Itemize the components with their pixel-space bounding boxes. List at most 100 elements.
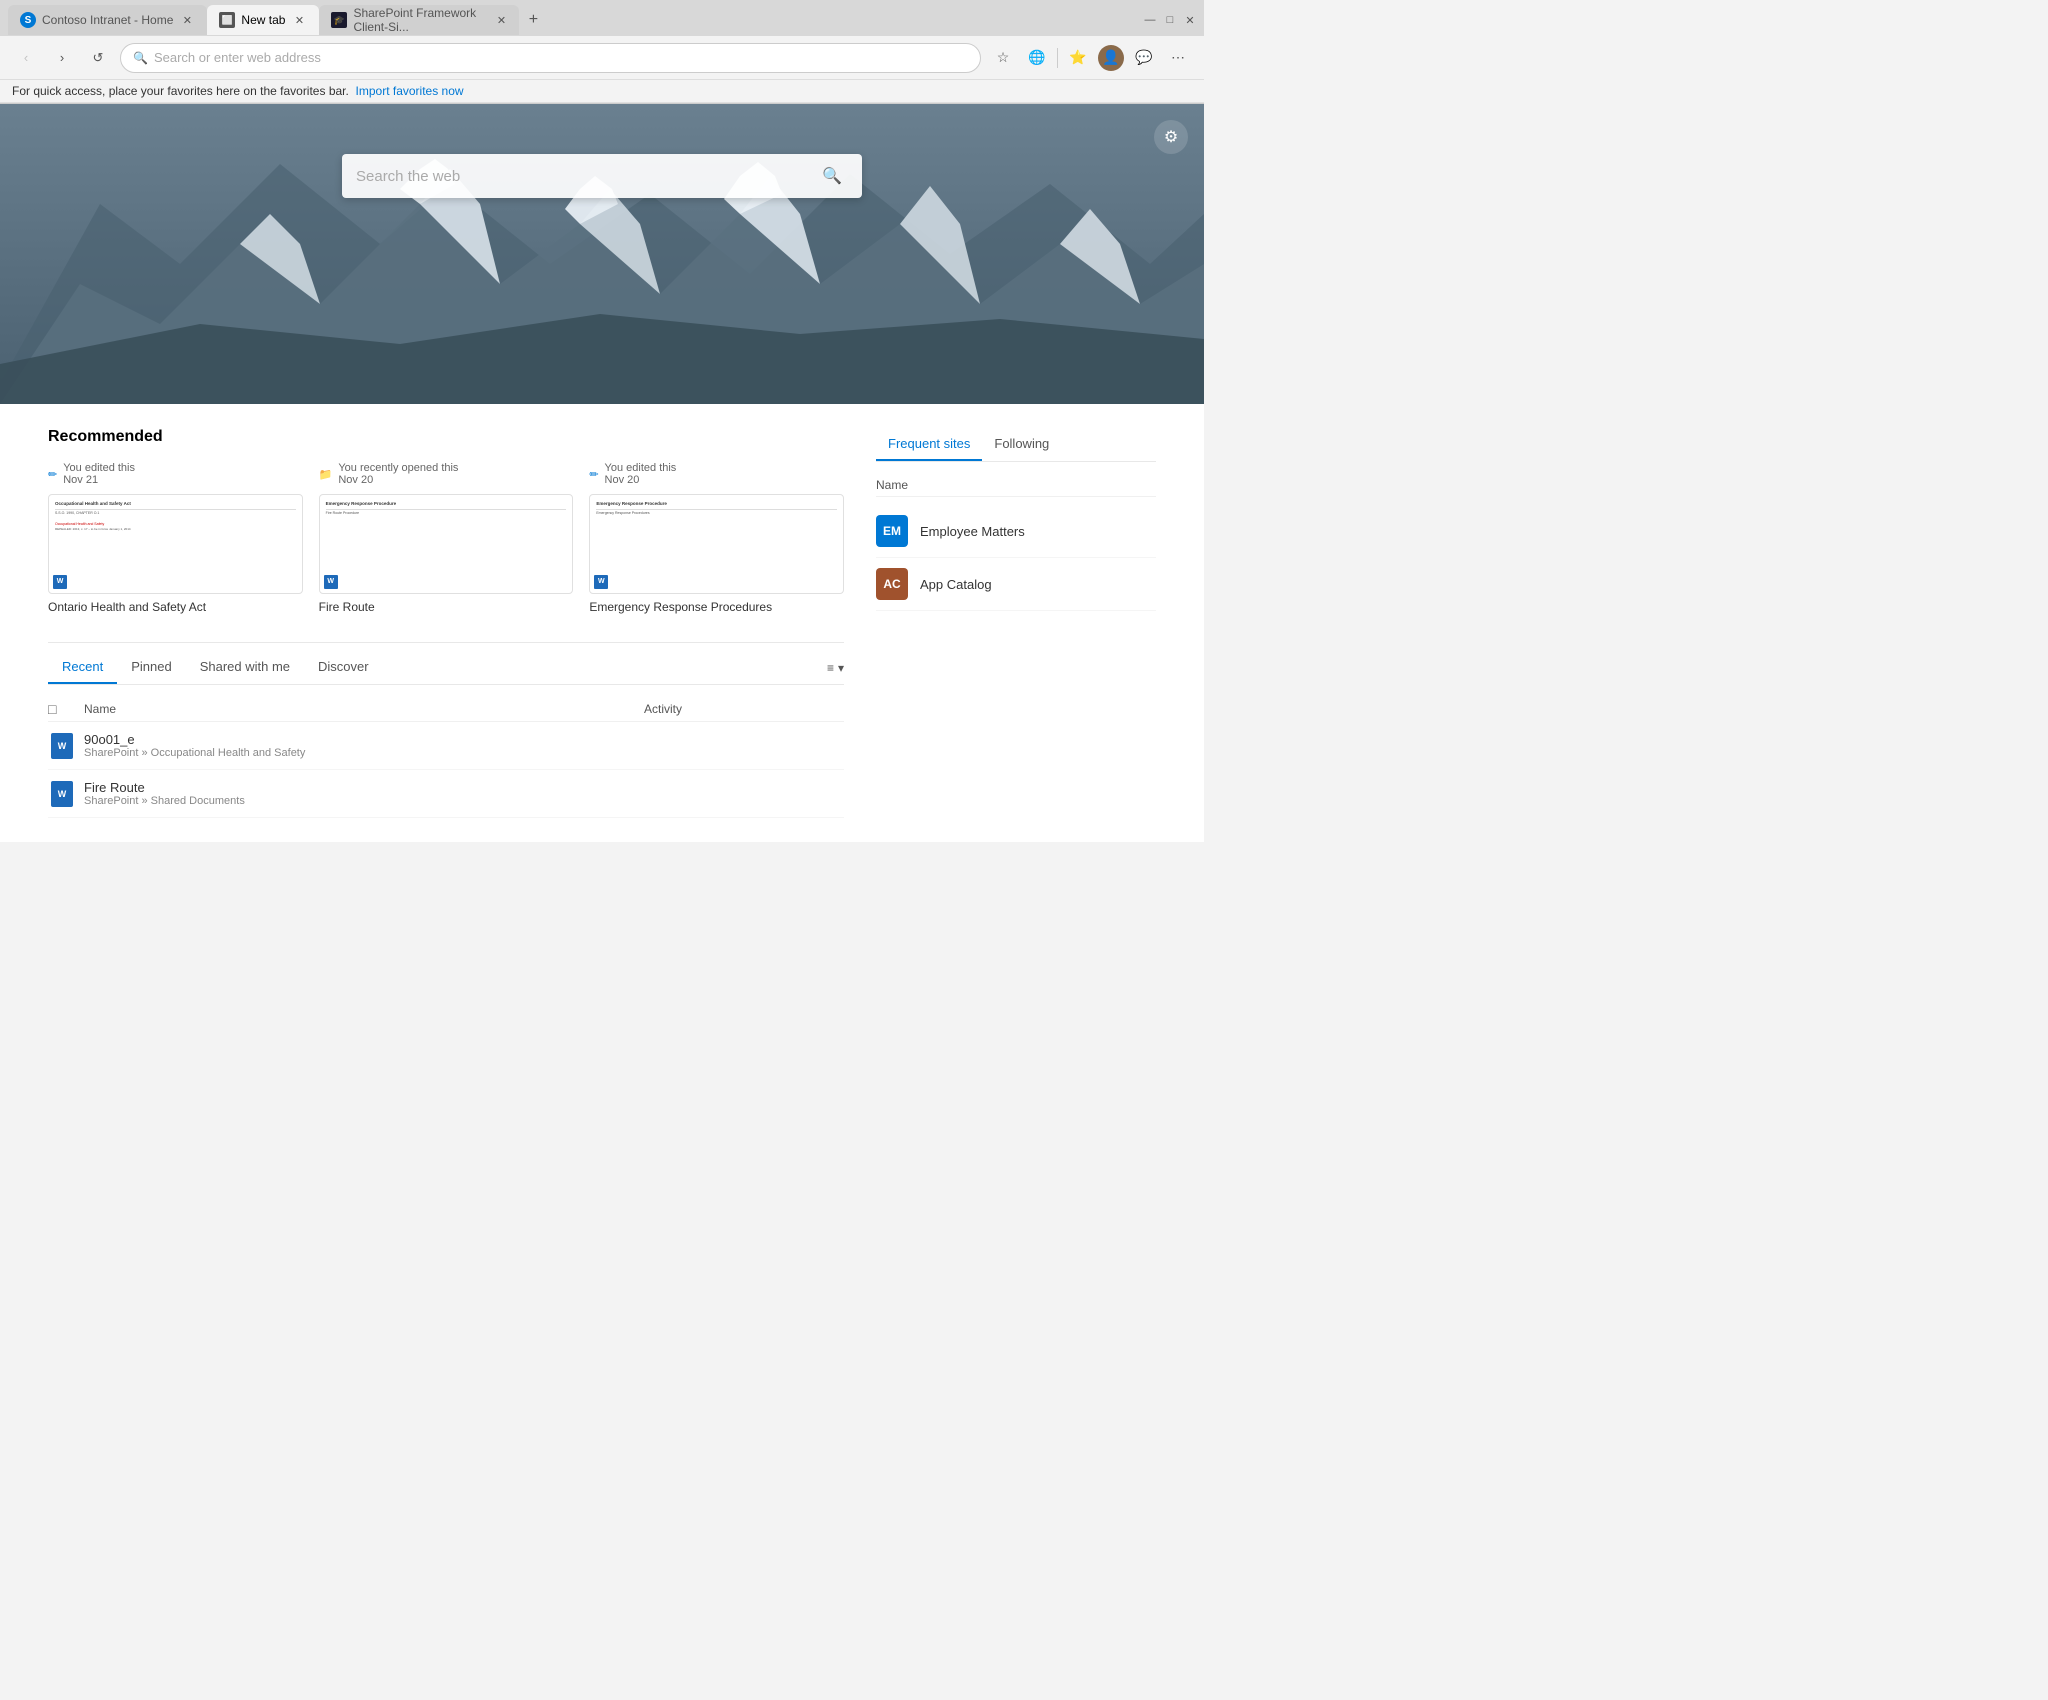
address-input[interactable] (154, 50, 968, 65)
rec-card-2-title: Emergency Response Procedures (589, 600, 844, 614)
files-section: Recent Pinned Shared with me Discover ≡ … (48, 642, 844, 818)
rec-card-2-thumb-title: Emergency Response Procedure (596, 501, 837, 507)
site-row-em[interactable]: EM Employee Matters (876, 505, 1156, 558)
right-panel: Frequent sites Following Name EM Employe… (876, 428, 1156, 818)
tab-newtab[interactable]: ⬜ New tab ✕ (207, 5, 319, 35)
minimize-button[interactable]: — (1144, 14, 1156, 26)
tab-newtab-close[interactable]: ✕ (291, 12, 307, 28)
left-panel: Recommended ✏ You edited this Nov 21 Occ… (48, 428, 844, 818)
tab-discover[interactable]: Discover (304, 651, 383, 684)
content-area: Recommended ✏ You edited this Nov 21 Occ… (0, 404, 1204, 842)
tab-sharepoint-label: SharePoint Framework Client-Si... (353, 6, 489, 34)
site-row-ac[interactable]: AC App Catalog (876, 558, 1156, 611)
favorites-bar-text: For quick access, place your favorites h… (12, 84, 349, 98)
favorites-hub-button[interactable]: ⭐ (1064, 44, 1092, 72)
sites-tab-following[interactable]: Following (982, 428, 1061, 461)
tab-sharepoint[interactable]: 🎓 SharePoint Framework Client-Si... ✕ (319, 5, 519, 35)
search-web-icon: 🔍 (822, 166, 842, 186)
rec-card-1-date: Nov 20 (338, 474, 458, 486)
file-row-0-filename: 90o01_e (84, 732, 636, 747)
globe-button[interactable]: 🌐 (1023, 44, 1051, 72)
maximize-button[interactable]: □ (1164, 14, 1176, 26)
import-favorites-link[interactable]: Import favorites now (356, 84, 464, 98)
rec-card-1[interactable]: 📁 You recently opened this Nov 20 Emerge… (319, 462, 574, 614)
title-bar: S Contoso Intranet - Home ✕ ⬜ New tab ✕ … (0, 0, 1204, 36)
browser-chrome: S Contoso Intranet - Home ✕ ⬜ New tab ✕ … (0, 0, 1204, 104)
favorites-star-button[interactable]: ☆ (989, 44, 1017, 72)
file-header-icon-col: □ (48, 701, 76, 717)
contoso-tab-icon: S (20, 12, 36, 28)
sites-header: Name (876, 474, 1156, 497)
search-web-input[interactable] (356, 168, 816, 185)
tab-contoso-close[interactable]: ✕ (179, 12, 195, 28)
menu-button[interactable]: ⋯ (1164, 44, 1192, 72)
avatar-image: 👤 (1102, 49, 1119, 66)
settings-button[interactable]: ⚙ (1154, 120, 1188, 154)
file-row-1[interactable]: W Fire Route SharePoint » Shared Documen… (48, 770, 844, 818)
divider (1057, 48, 1058, 68)
profile-avatar[interactable]: 👤 (1098, 45, 1124, 71)
back-button[interactable]: ‹ (12, 44, 40, 72)
rec-card-0[interactable]: ✏ You edited this Nov 21 Occupational He… (48, 462, 303, 614)
rec-card-1-thumbnail: Emergency Response Procedure Fire Route … (319, 494, 574, 594)
rec-card-2-meta-icon: ✏ (589, 468, 598, 481)
rec-card-0-word-icon: W (53, 575, 67, 589)
rec-card-2-thumbnail: Emergency Response Procedure Emergency R… (589, 494, 844, 594)
file-row-1-details: Fire Route SharePoint » Shared Documents (84, 780, 636, 807)
tab-pinned[interactable]: Pinned (117, 651, 185, 684)
recommended-grid: ✏ You edited this Nov 21 Occupational He… (48, 462, 844, 614)
file-header-icon: □ (48, 701, 56, 717)
sort-button[interactable]: ≡ ▾ (827, 661, 844, 675)
rec-card-0-date: Nov 21 (63, 474, 135, 486)
rec-card-0-thumb-content: Occupational Health and Safety Act S.S.O… (49, 495, 302, 593)
site-ac-avatar: AC (876, 568, 908, 600)
file-header-activity: Activity (644, 702, 844, 716)
rec-card-1-meta-text: You recently opened this Nov 20 (338, 462, 458, 486)
site-ac-name: App Catalog (920, 577, 992, 592)
address-bar[interactable]: 🔍 (120, 43, 981, 73)
favorites-hub-icon: ⭐ (1069, 49, 1086, 66)
sites-tab-frequent[interactable]: Frequent sites (876, 428, 982, 461)
rec-card-1-title: Fire Route (319, 600, 574, 614)
site-ac-label: AC (883, 577, 900, 591)
rec-card-2[interactable]: ✏ You edited this Nov 20 Emergency Respo… (589, 462, 844, 614)
star-icon: ☆ (997, 49, 1010, 66)
new-tab-button[interactable]: + (519, 6, 547, 34)
tab-shared-with-me[interactable]: Shared with me (186, 651, 304, 684)
rec-card-2-thumb-content: Emergency Response Procedure Emergency R… (590, 495, 843, 593)
sharepoint-tab-icon: 🎓 (331, 12, 347, 28)
sort-icon: ≡ (827, 661, 834, 675)
search-container: 🔍 (342, 154, 862, 198)
nav-bar: ‹ › ↺ 🔍 ☆ 🌐 ⭐ 👤 💬 (0, 36, 1204, 80)
new-tab-page: ⚙ 🔍 S Contoso Intranet (0, 104, 1204, 842)
rec-card-2-meta: ✏ You edited this Nov 20 (589, 462, 844, 486)
newtab-tab-icon: ⬜ (219, 12, 235, 28)
file-row-0-icon: W (48, 733, 76, 759)
rec-card-1-thumb-text: Fire Route Procedure (326, 511, 567, 516)
rec-card-1-thumb-line (326, 509, 567, 510)
tab-recent[interactable]: Recent (48, 651, 117, 684)
search-web-button[interactable]: 🔍 (816, 160, 848, 192)
tab-newtab-label: New tab (241, 13, 285, 27)
rec-card-2-action: You edited this (605, 462, 677, 474)
forward-icon: › (60, 50, 64, 65)
tab-sharepoint-close[interactable]: ✕ (495, 12, 507, 28)
rec-card-0-meta-text: You edited this Nov 21 (63, 462, 135, 486)
rec-card-0-meta: ✏ You edited this Nov 21 (48, 462, 303, 486)
back-icon: ‹ (24, 50, 28, 65)
rec-card-0-thumbnail: Occupational Health and Safety Act S.S.O… (48, 494, 303, 594)
refresh-button[interactable]: ↺ (84, 44, 112, 72)
close-button[interactable]: ✕ (1184, 14, 1196, 26)
nav-actions: ☆ 🌐 ⭐ 👤 💬 ⋯ (989, 44, 1192, 72)
rec-card-1-thumb-content: Emergency Response Procedure Fire Route … (320, 495, 573, 593)
search-address-icon: 🔍 (133, 51, 148, 65)
feedback-button[interactable]: 💬 (1130, 44, 1158, 72)
rec-card-1-meta-icon: 📁 (319, 468, 333, 481)
file-row-0[interactable]: W 90o01_e SharePoint » Occupational Heal… (48, 722, 844, 770)
file-row-0-filepath: SharePoint » Occupational Health and Saf… (84, 747, 636, 759)
forward-button[interactable]: › (48, 44, 76, 72)
menu-icon: ⋯ (1171, 49, 1185, 66)
tab-contoso[interactable]: S Contoso Intranet - Home ✕ (8, 5, 207, 35)
site-em-name: Employee Matters (920, 524, 1025, 539)
rec-card-0-thumb-text: S.S.O. 1990, CHAPTER O.1 Occupational He… (55, 511, 296, 532)
